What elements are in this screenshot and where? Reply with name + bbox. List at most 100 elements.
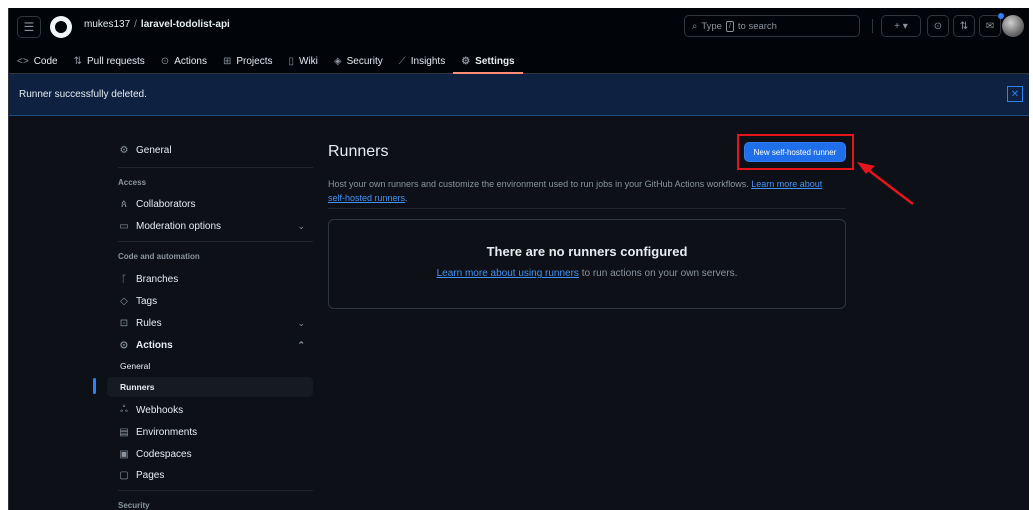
play-icon: ⊙ [160, 55, 170, 67]
learn-runners-link[interactable]: Learn more about using runners [437, 268, 579, 279]
book-icon: ▯ [288, 55, 295, 67]
webhook-icon: ஃ [120, 404, 128, 415]
page-title: Runners [328, 143, 389, 160]
sidebar-item-label: General [120, 361, 151, 371]
avatar[interactable] [1002, 15, 1024, 37]
sidebar-item-label: Tags [136, 295, 158, 307]
sidebar-item-label: Moderation options [136, 220, 222, 232]
sidebar-item-label: Rules [136, 317, 162, 329]
sidebar-item-label: Pages [136, 469, 165, 481]
selected-indicator [93, 378, 96, 394]
search-suffix: to search [737, 20, 777, 32]
section-heading: Access [118, 178, 147, 187]
sidebar-item-tags[interactable]: ◇ Tags [107, 291, 313, 311]
search-kbd: / [725, 20, 734, 32]
divider [328, 208, 846, 209]
tab-actions[interactable]: ⊙ Actions [153, 48, 215, 74]
sidebar-item-actions[interactable]: ⊙ Actions ⌃ [107, 335, 313, 355]
tab-code[interactable]: <> Code [9, 48, 66, 74]
blankslate-rest: to run actions on your own servers. [578, 268, 738, 279]
sidebar-item-webhooks[interactable]: ஃ Webhooks [107, 400, 313, 420]
search-input[interactable]: ⌕ Type / to search [684, 15, 860, 37]
sidebar-item-collaborators[interactable]: ጰ Collaborators [107, 194, 313, 214]
tab-wiki[interactable]: ▯ Wiki [281, 48, 326, 74]
sidebar-item-label: Runners [120, 382, 155, 392]
sidebar-item-label: Actions [136, 339, 173, 351]
browser-frame: ☰ mukes137 / laravel-todolist-api ⌕ Type /… [8, 8, 1029, 510]
sidebar-item-actions-general[interactable]: General [107, 356, 313, 376]
sidebar-item-label: Branches [136, 273, 179, 285]
tag-icon: ◇ [120, 295, 128, 307]
tab-security[interactable]: ◈ Security [326, 48, 391, 74]
tab-projects[interactable]: ⊞ Projects [215, 48, 281, 74]
tab-pull-requests[interactable]: ⇅ Pull requests [66, 48, 153, 74]
rules-icon: ⊡ [119, 317, 129, 329]
repo-header: ☰ mukes137 / laravel-todolist-api ⌕ Type /… [9, 8, 1029, 74]
repo-tabs: <> Code ⇅ Pull requests ⊙ Actions ⊞ Projects… [9, 48, 524, 74]
header-divider [872, 19, 873, 33]
tab-label: Settings [475, 55, 515, 67]
new-runner-button[interactable]: New self-hosted runner [744, 142, 846, 162]
section-heading: Security [118, 501, 150, 510]
server-icon: ▤ [119, 426, 129, 438]
search-icon: ⌕ [692, 20, 698, 32]
sidebar-item-rules[interactable]: ⊡ Rules ⌄ [107, 313, 313, 333]
tab-label: Pull requests [86, 55, 145, 67]
owner-link[interactable]: mukes137 [84, 19, 130, 30]
inbox-icon[interactable]: ✉ [979, 15, 1001, 37]
sidebar-item-actions-runners[interactable]: Runners [107, 377, 313, 397]
tab-settings[interactable]: ⚙ Settings [453, 48, 524, 74]
tab-label: Insights [410, 55, 446, 67]
sidebar-item-moderation[interactable]: ▭ Moderation options ⌄ [107, 216, 313, 236]
annotation-arrow-icon [857, 162, 914, 205]
repo-link[interactable]: laravel-todolist-api [141, 19, 230, 30]
tab-label: Wiki [299, 55, 318, 67]
table-icon: ⊞ [222, 55, 232, 67]
pull-requests-icon[interactable]: ⇅ [953, 15, 975, 37]
issues-icon[interactable]: ⊙ [927, 15, 949, 37]
description-end: . [405, 193, 408, 203]
github-logo-icon[interactable] [50, 16, 72, 38]
section-heading: Code and automation [118, 252, 200, 261]
close-icon[interactable]: ✕ [1007, 86, 1023, 102]
tab-label: Projects [236, 55, 273, 67]
gear-icon: ⚙ [461, 55, 471, 67]
graph-icon: ⟋ [398, 55, 406, 67]
code-icon: <> [17, 55, 29, 67]
play-icon: ⊙ [119, 339, 129, 351]
page-description: Host your own runners and customize the … [328, 177, 838, 205]
sidebar-item-label: Codespaces [136, 448, 192, 460]
sidebar-item-label: Webhooks [136, 404, 184, 416]
chevron-down-icon: ⌄ [297, 317, 305, 328]
sidebar-item-label: General [136, 144, 172, 156]
sidebar-item-label: Collaborators [136, 198, 196, 210]
chevron-down-icon: ⌄ [297, 220, 305, 231]
blankslate: There are no runners configured Learn mo… [328, 219, 846, 309]
divider [118, 490, 313, 491]
tab-label: Actions [174, 55, 207, 67]
menu-icon[interactable]: ☰ [17, 16, 41, 38]
tab-label: Code [33, 55, 58, 67]
sidebar-item-environments[interactable]: ▤ Environments [107, 422, 313, 442]
comment-icon: ▭ [119, 220, 129, 232]
search-placeholder: Type [701, 20, 722, 32]
create-new-button[interactable]: + ▾ [881, 15, 921, 37]
breadcrumb-separator: / [134, 19, 137, 30]
shield-icon: ◈ [333, 55, 342, 67]
tab-insights[interactable]: ⟋ Insights [391, 48, 453, 74]
sidebar-item-pages[interactable]: ▢ Pages [107, 465, 313, 485]
flash-banner: Runner successfully deleted. ✕ [9, 74, 1029, 116]
pull-request-icon: ⇅ [73, 55, 82, 67]
sidebar-item-general[interactable]: ⚙ General [107, 140, 313, 160]
flash-message: Runner successfully deleted. [19, 89, 147, 100]
browser-icon: ▢ [119, 469, 129, 481]
notification-dot [998, 13, 1004, 19]
sidebar-item-label: Environments [136, 426, 198, 438]
gear-icon: ⚙ [119, 144, 129, 156]
divider [118, 167, 313, 168]
sidebar-item-codespaces[interactable]: ▣ Codespaces [107, 444, 313, 464]
blankslate-text: Learn more about using runners to run ac… [329, 268, 845, 279]
description-text: Host your own runners and customize the … [328, 179, 749, 189]
sidebar-item-branches[interactable]: ᚴ Branches [107, 269, 313, 289]
tab-label: Security [346, 55, 383, 67]
